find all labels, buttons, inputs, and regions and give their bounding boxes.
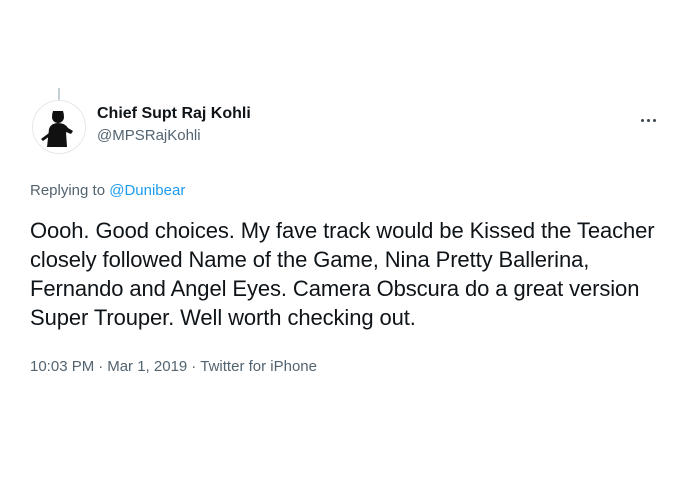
more-dot <box>646 118 650 122</box>
replying-to-line: Replying to @Dunibear <box>30 182 185 199</box>
tweet-text: Oooh. Good choices. My fave track would … <box>30 218 655 330</box>
author-block: Chief Supt Raj Kohli @MPSRajKohli <box>97 104 251 146</box>
tweet-time[interactable]: 10:03 PM <box>30 358 94 375</box>
more-dot <box>640 118 644 122</box>
meta-separator: · <box>98 358 104 375</box>
avatar-silhouette-icon <box>33 101 85 153</box>
replying-prefix: Replying to <box>30 182 106 199</box>
author-handle[interactable]: @MPSRajKohli <box>97 126 251 146</box>
author-display-name[interactable]: Chief Supt Raj Kohli <box>97 104 251 124</box>
more-options-icon[interactable] <box>636 110 660 130</box>
tweet-header: Chief Supt Raj Kohli @MPSRajKohli <box>30 100 670 160</box>
avatar[interactable] <box>32 100 86 154</box>
replying-to-mention-link[interactable]: @Dunibear <box>109 182 185 199</box>
tweet-date[interactable]: Mar 1, 2019 <box>107 358 187 375</box>
tweet-source-link[interactable]: Twitter for iPhone <box>200 358 317 375</box>
more-dot <box>652 118 656 122</box>
tweet-metadata: 10:03 PM · Mar 1, 2019 · Twitter for iPhone <box>30 358 317 375</box>
meta-separator: · <box>191 358 197 375</box>
